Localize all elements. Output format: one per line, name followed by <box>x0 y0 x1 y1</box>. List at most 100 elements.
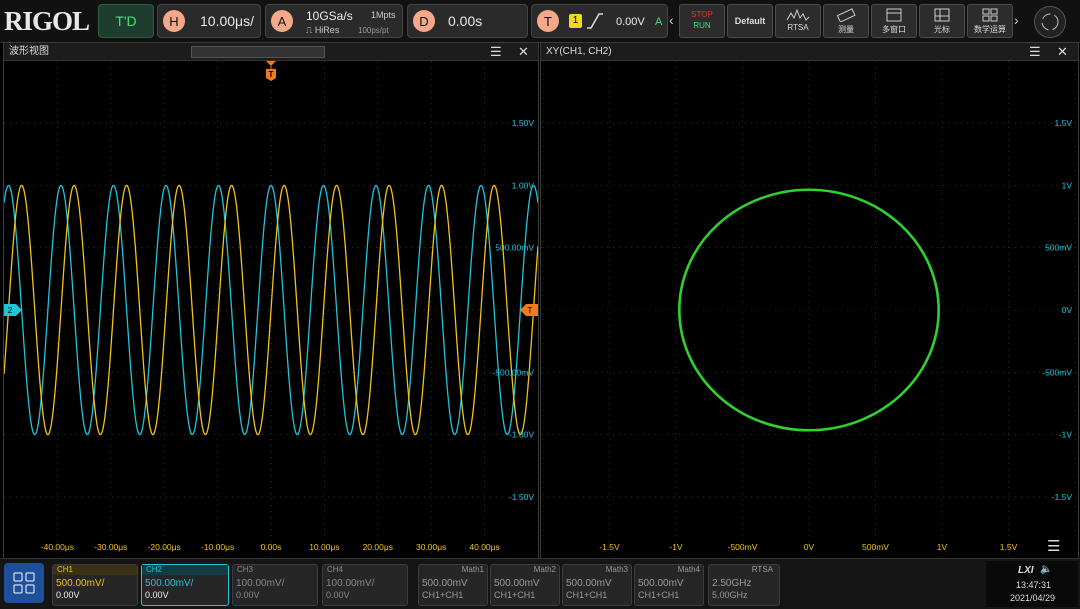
y-axis-label: -500.00mV <box>492 367 534 377</box>
waveform-display[interactable]: 1.50V1.00V500.00mV0.0-500.00mV-1.00V-1.5… <box>4 61 538 558</box>
scroll-left-icon[interactable]: ‹ <box>669 12 674 28</box>
y-axis-label: 500.00mV <box>495 243 534 253</box>
delay-button[interactable]: D 0.00s <box>407 4 528 38</box>
ch4-box[interactable]: CH4 100.00mV/ 0.00V <box>322 564 408 606</box>
ch2-box[interactable]: CH2 500.00mV/ 0.00V <box>141 564 229 606</box>
horizontal-button[interactable]: H 10.00μs/ <box>157 4 261 38</box>
home-button[interactable] <box>4 563 44 603</box>
trigger-level-label: T <box>528 306 533 315</box>
xy-y-axis-label: 1.5V <box>1055 118 1073 128</box>
acquire-button[interactable]: A 10GSa/s 1Mpts ⎍ HiRes 100ps/pt <box>265 4 403 38</box>
stop-run-button[interactable]: STOP RUN <box>679 4 725 38</box>
gesture-icon <box>1041 13 1059 31</box>
rtsa-name: RTSA <box>751 565 773 574</box>
xy-y-axis-label: -1V <box>1059 430 1073 440</box>
close-icon[interactable]: ✕ <box>518 44 529 60</box>
ch1-box[interactable]: CH1 500.00mV/ 0.00V <box>52 564 138 606</box>
speaker-icon[interactable]: 🔈 <box>1040 564 1052 575</box>
multi-window-icon <box>886 8 902 22</box>
math3-box[interactable]: Math3 500.00mV CH1+CH1 <box>562 564 632 606</box>
ruler-icon <box>836 8 856 23</box>
delay-badge: D <box>413 10 435 32</box>
acquire-mode: ⎍ HiRes <box>306 25 340 35</box>
math-icon <box>982 8 998 22</box>
clock-time: 13:47:31 <box>1016 580 1052 590</box>
xy-view-panel: XY(CH1, CH2) ☰ ✕ 1.5V 1V 500mV 0V -500mV -1V -… <box>540 42 1079 559</box>
xy-display[interactable]: 1.5V 1V 500mV 0V -500mV -1V -1.5V -1.5V -1V -500m… <box>541 61 1078 558</box>
ch3-box[interactable]: CH3 100.00mV/ 0.00V <box>232 564 318 606</box>
ch3-offset: 0.00V <box>236 590 260 600</box>
math4-box[interactable]: Math4 500.00mV CH1+CH1 <box>634 564 704 606</box>
xy-y-axis-label: -500mV <box>1042 367 1072 377</box>
x-axis-label: 10.00μs <box>309 542 339 552</box>
math-button[interactable]: 数学运算 <box>967 4 1013 38</box>
channel-bar: CH1 500.00mV/ 0.00V CH2 500.00mV/ 0.00V … <box>0 558 1080 609</box>
ch1-offset: 0.00V <box>56 590 80 600</box>
horizontal-scale: 10.00μs/ <box>200 13 254 29</box>
math1-scale: 500.00mV <box>422 578 468 589</box>
menu-icon[interactable]: ☰ <box>490 44 502 60</box>
measure-button[interactable]: 测量 <box>823 4 869 38</box>
xy-x-axis-label: -1.5V <box>599 542 620 552</box>
rtsa-span: 5.00GHz <box>712 590 748 600</box>
math1-source: CH1+CH1 <box>422 590 464 600</box>
trigger-level: 0.00V <box>616 16 645 28</box>
xy-x-axis-label: 0V <box>804 542 815 552</box>
xy-menu-icon[interactable]: ☰ <box>1029 44 1041 60</box>
trigger-source: 1 <box>569 14 582 28</box>
math2-source: CH1+CH1 <box>494 590 536 600</box>
trigger-badge: T <box>537 10 559 32</box>
x-axis-label: -40.00μs <box>41 542 74 552</box>
measure-label: 测量 <box>838 25 854 34</box>
top-toolbar: RIGOL T'D H 10.00μs/ A 10GSa/s 1Mpts ⎍ H… <box>0 0 1080 43</box>
math2-box[interactable]: Math2 500.00mV CH1+CH1 <box>490 564 560 606</box>
run-label: RUN <box>693 21 711 30</box>
y-axis-label: 1.00V <box>512 180 535 190</box>
trigger-position-label: T <box>269 70 274 79</box>
cursor-label: 光标 <box>934 25 950 34</box>
mode-label: T'D <box>115 13 137 29</box>
x-axis-label: -30.00μs <box>94 542 127 552</box>
ch2-offset: 0.00V <box>145 590 169 600</box>
rtsa-button[interactable]: RTSA <box>775 4 821 38</box>
xy-lissajous-trace <box>678 188 940 432</box>
xy-x-axis-label: 500mV <box>862 542 889 552</box>
rising-edge-icon <box>587 13 603 29</box>
ch3-name: CH3 <box>237 565 254 574</box>
math4-scale: 500.00mV <box>638 578 684 589</box>
xy-x-axis-label: -500mV <box>728 542 758 552</box>
sample-rate: 10GSa/s <box>306 9 353 23</box>
hires-icon: ⎍ <box>306 25 315 35</box>
cursor-icon <box>934 8 950 22</box>
gesture-button[interactable] <box>1034 6 1066 38</box>
math2-name: Math2 <box>533 565 556 574</box>
multi-window-button[interactable]: 多窗口 <box>871 4 917 38</box>
math1-box[interactable]: Math1 500.00mV CH1+CH1 <box>418 564 488 606</box>
math1-name: Math1 <box>461 565 484 574</box>
y-axis-label: 1.50V <box>512 118 535 128</box>
rtsa-center: 2.50GHz <box>712 578 752 589</box>
xy-x-axis-label: 1V <box>937 542 948 552</box>
x-axis-label: -20.00μs <box>148 542 181 552</box>
scroll-right-icon[interactable]: › <box>1014 12 1019 28</box>
xy-close-icon[interactable]: ✕ <box>1057 44 1068 60</box>
rtsa-box[interactable]: RTSA 2.50GHz 5.00GHz <box>708 564 780 606</box>
trigger-position-arrow <box>266 61 276 66</box>
x-axis-label: 20.00μs <box>363 542 393 552</box>
ch1-name: CH1 <box>53 565 137 575</box>
ch4-name: CH4 <box>327 565 344 574</box>
spectrum-icon <box>786 8 810 21</box>
resolution: 100ps/pt <box>358 26 389 35</box>
cursor-button[interactable]: 光标 <box>919 4 965 38</box>
ch1-scale: 500.00mV/ <box>56 578 105 589</box>
default-button[interactable]: Default <box>727 4 773 38</box>
collapse-icon[interactable]: ☰ <box>1047 537 1060 555</box>
x-axis-label: 0.00s <box>261 542 282 552</box>
xy-x-axis-label: 1.5V <box>1000 542 1018 552</box>
acquire-badge: A <box>271 10 293 32</box>
xy-x-axis-label: -1V <box>669 542 683 552</box>
xy-y-axis-label: -1.5V <box>1052 492 1073 502</box>
memory-overview-bar[interactable] <box>191 46 325 58</box>
trigger-button[interactable]: T 1 0.00V A <box>531 4 668 38</box>
timebase-mode-button[interactable]: T'D <box>98 4 154 38</box>
